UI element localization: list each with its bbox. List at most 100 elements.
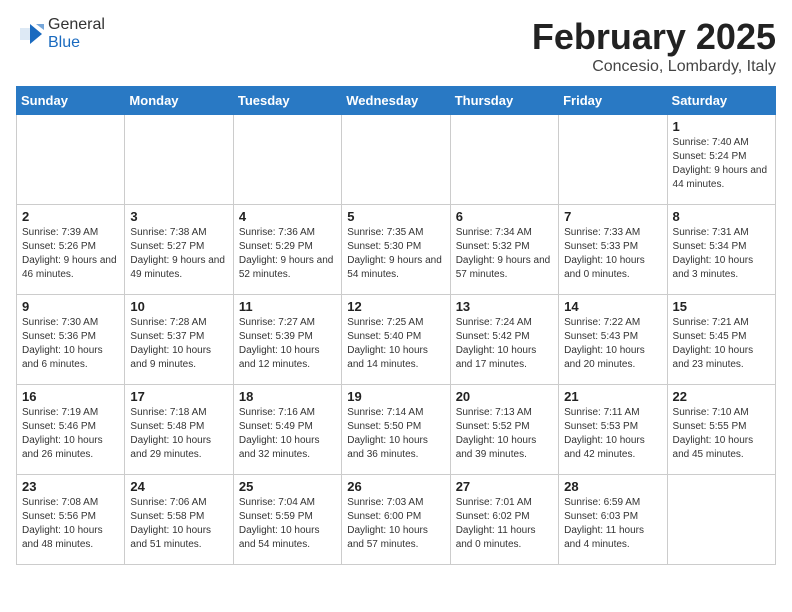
calendar-cell: 10 Sunrise: 7:28 AM Sunset: 5:37 PM Dayli… <box>125 295 233 385</box>
day-number: 8 <box>673 209 770 224</box>
day-number: 20 <box>456 389 553 404</box>
calendar-cell: 8 Sunrise: 7:31 AM Sunset: 5:34 PM Daylig… <box>667 205 775 295</box>
calendar-day-header: Tuesday <box>233 87 341 115</box>
day-number: 1 <box>673 119 770 134</box>
calendar-cell: 14 Sunrise: 7:22 AM Sunset: 5:43 PM Dayli… <box>559 295 667 385</box>
day-number: 21 <box>564 389 661 404</box>
calendar-cell: 17 Sunrise: 7:18 AM Sunset: 5:48 PM Dayli… <box>125 385 233 475</box>
day-info: Sunrise: 7:21 AM Sunset: 5:45 PM Dayligh… <box>673 316 770 372</box>
day-number: 9 <box>22 299 119 314</box>
calendar-cell: 11 Sunrise: 7:27 AM Sunset: 5:39 PM Dayli… <box>233 295 341 385</box>
calendar-cell: 19 Sunrise: 7:14 AM Sunset: 5:50 PM Dayli… <box>342 385 450 475</box>
calendar-cell: 2 Sunrise: 7:39 AM Sunset: 5:26 PM Daylig… <box>17 205 125 295</box>
calendar-cell: 1 Sunrise: 7:40 AM Sunset: 5:24 PM Daylig… <box>667 115 775 205</box>
calendar-header-row: SundayMondayTuesdayWednesdayThursdayFrid… <box>17 87 776 115</box>
day-info: Sunrise: 7:04 AM Sunset: 5:59 PM Dayligh… <box>239 496 336 552</box>
calendar-day-header: Wednesday <box>342 87 450 115</box>
calendar-cell: 3 Sunrise: 7:38 AM Sunset: 5:27 PM Daylig… <box>125 205 233 295</box>
day-number: 6 <box>456 209 553 224</box>
calendar-cell: 7 Sunrise: 7:33 AM Sunset: 5:33 PM Daylig… <box>559 205 667 295</box>
day-number: 19 <box>347 389 444 404</box>
day-info: Sunrise: 7:33 AM Sunset: 5:33 PM Dayligh… <box>564 226 661 282</box>
day-info: Sunrise: 7:03 AM Sunset: 6:00 PM Dayligh… <box>347 496 444 552</box>
day-number: 14 <box>564 299 661 314</box>
day-info: Sunrise: 7:34 AM Sunset: 5:32 PM Dayligh… <box>456 226 553 282</box>
calendar-cell: 28Sunrise: 6:59 AM Sunset: 6:03 PM Dayli… <box>559 475 667 565</box>
calendar-week-row: 16Sunrise: 7:19 AM Sunset: 5:46 PM Dayli… <box>17 385 776 475</box>
day-number: 22 <box>673 389 770 404</box>
calendar-cell: 13 Sunrise: 7:24 AM Sunset: 5:42 PM Dayli… <box>450 295 558 385</box>
day-info: Sunrise: 7:14 AM Sunset: 5:50 PM Dayligh… <box>347 406 444 462</box>
location: Concesio, Lombardy, Italy <box>532 58 776 76</box>
day-number: 27 <box>456 479 553 494</box>
logo-general: General <box>48 16 105 33</box>
calendar-cell <box>450 115 558 205</box>
day-info: Sunrise: 7:11 AM Sunset: 5:53 PM Dayligh… <box>564 406 661 462</box>
calendar-week-row: 23Sunrise: 7:08 AM Sunset: 5:56 PM Dayli… <box>17 475 776 565</box>
calendar-week-row: 9 Sunrise: 7:30 AM Sunset: 5:36 PM Daylig… <box>17 295 776 385</box>
calendar-cell: 24 Sunrise: 7:06 AM Sunset: 5:58 PM Dayli… <box>125 475 233 565</box>
logo: General Blue <box>16 16 105 52</box>
logo-text: General Blue <box>48 16 105 52</box>
day-info: Sunrise: 7:06 AM Sunset: 5:58 PM Dayligh… <box>130 496 227 552</box>
calendar-week-row: 2 Sunrise: 7:39 AM Sunset: 5:26 PM Daylig… <box>17 205 776 295</box>
day-info: Sunrise: 7:22 AM Sunset: 5:43 PM Dayligh… <box>564 316 661 372</box>
calendar-cell <box>17 115 125 205</box>
calendar-cell: 27Sunrise: 7:01 AM Sunset: 6:02 PM Dayli… <box>450 475 558 565</box>
day-number: 24 <box>130 479 227 494</box>
day-number: 5 <box>347 209 444 224</box>
calendar-cell: 22 Sunrise: 7:10 AM Sunset: 5:55 PM Dayli… <box>667 385 775 475</box>
day-number: 10 <box>130 299 227 314</box>
calendar-cell <box>342 115 450 205</box>
calendar-cell: 21 Sunrise: 7:11 AM Sunset: 5:53 PM Dayli… <box>559 385 667 475</box>
calendar-cell: 4Sunrise: 7:36 AM Sunset: 5:29 PM Daylig… <box>233 205 341 295</box>
day-info: Sunrise: 7:40 AM Sunset: 5:24 PM Dayligh… <box>673 136 770 192</box>
calendar-cell: 20 Sunrise: 7:13 AM Sunset: 5:52 PM Dayli… <box>450 385 558 475</box>
day-info: Sunrise: 7:10 AM Sunset: 5:55 PM Dayligh… <box>673 406 770 462</box>
day-number: 7 <box>564 209 661 224</box>
calendar-day-header: Thursday <box>450 87 558 115</box>
day-info: Sunrise: 7:27 AM Sunset: 5:39 PM Dayligh… <box>239 316 336 372</box>
calendar-day-header: Sunday <box>17 87 125 115</box>
calendar-cell <box>125 115 233 205</box>
day-number: 3 <box>130 209 227 224</box>
day-number: 17 <box>130 389 227 404</box>
day-info: Sunrise: 7:28 AM Sunset: 5:37 PM Dayligh… <box>130 316 227 372</box>
calendar-cell: 5 Sunrise: 7:35 AM Sunset: 5:30 PM Daylig… <box>342 205 450 295</box>
calendar-table: SundayMondayTuesdayWednesdayThursdayFrid… <box>16 86 776 565</box>
day-info: Sunrise: 7:31 AM Sunset: 5:34 PM Dayligh… <box>673 226 770 282</box>
calendar-cell: 6 Sunrise: 7:34 AM Sunset: 5:32 PM Daylig… <box>450 205 558 295</box>
calendar-week-row: 1 Sunrise: 7:40 AM Sunset: 5:24 PM Daylig… <box>17 115 776 205</box>
day-info: Sunrise: 7:24 AM Sunset: 5:42 PM Dayligh… <box>456 316 553 372</box>
day-number: 11 <box>239 299 336 314</box>
day-info: Sunrise: 7:08 AM Sunset: 5:56 PM Dayligh… <box>22 496 119 552</box>
calendar-day-header: Monday <box>125 87 233 115</box>
day-number: 15 <box>673 299 770 314</box>
calendar-day-header: Saturday <box>667 87 775 115</box>
day-info: Sunrise: 7:39 AM Sunset: 5:26 PM Dayligh… <box>22 226 119 282</box>
logo-icon <box>16 20 44 48</box>
calendar-cell <box>559 115 667 205</box>
day-info: Sunrise: 7:16 AM Sunset: 5:49 PM Dayligh… <box>239 406 336 462</box>
day-info: Sunrise: 7:30 AM Sunset: 5:36 PM Dayligh… <box>22 316 119 372</box>
day-info: Sunrise: 7:19 AM Sunset: 5:46 PM Dayligh… <box>22 406 119 462</box>
calendar-cell <box>233 115 341 205</box>
day-number: 12 <box>347 299 444 314</box>
day-info: Sunrise: 7:18 AM Sunset: 5:48 PM Dayligh… <box>130 406 227 462</box>
day-number: 25 <box>239 479 336 494</box>
calendar-cell: 26 Sunrise: 7:03 AM Sunset: 6:00 PM Dayli… <box>342 475 450 565</box>
day-number: 4 <box>239 209 336 224</box>
day-number: 18 <box>239 389 336 404</box>
calendar-cell: 12 Sunrise: 7:25 AM Sunset: 5:40 PM Dayli… <box>342 295 450 385</box>
calendar-cell <box>667 475 775 565</box>
day-number: 2 <box>22 209 119 224</box>
day-number: 26 <box>347 479 444 494</box>
day-info: Sunrise: 7:25 AM Sunset: 5:40 PM Dayligh… <box>347 316 444 372</box>
day-number: 13 <box>456 299 553 314</box>
day-info: Sunrise: 7:38 AM Sunset: 5:27 PM Dayligh… <box>130 226 227 282</box>
calendar-cell: 15 Sunrise: 7:21 AM Sunset: 5:45 PM Dayli… <box>667 295 775 385</box>
day-info: Sunrise: 7:35 AM Sunset: 5:30 PM Dayligh… <box>347 226 444 282</box>
day-info: Sunrise: 7:13 AM Sunset: 5:52 PM Dayligh… <box>456 406 553 462</box>
calendar-day-header: Friday <box>559 87 667 115</box>
calendar-cell: 23Sunrise: 7:08 AM Sunset: 5:56 PM Dayli… <box>17 475 125 565</box>
